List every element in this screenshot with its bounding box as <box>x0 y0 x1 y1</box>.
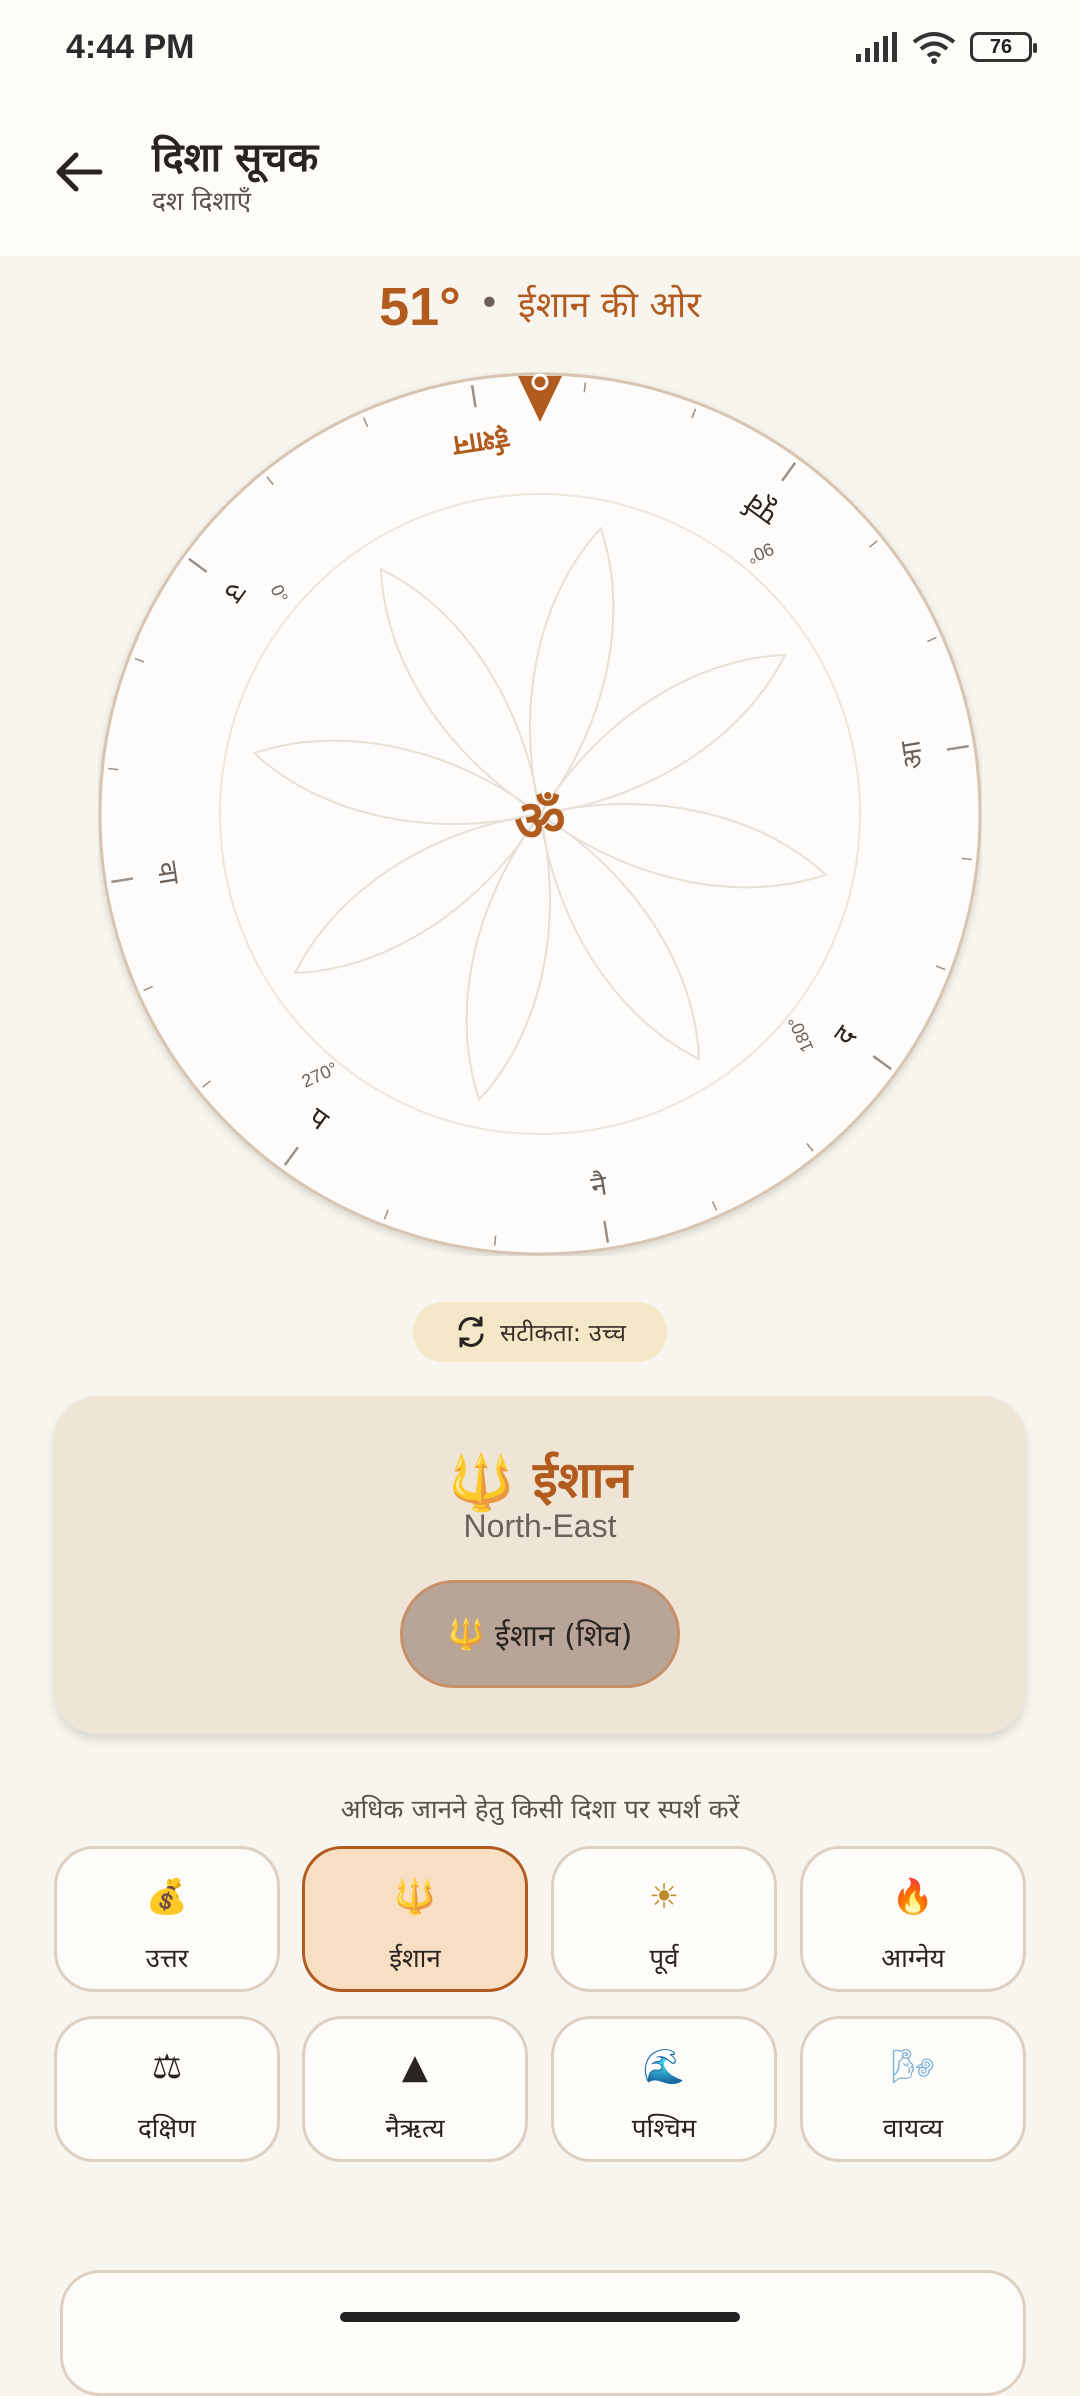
money-bag-icon: 💰 <box>145 1877 189 1917</box>
direction-tile-label: आग्नेय <box>881 1944 945 1974</box>
accuracy-label: सटीकता: उच्च <box>499 1318 627 1347</box>
direction-tile-nairitya[interactable]: ▲ नैऋत्य <box>302 2016 528 2162</box>
wifi-icon <box>912 32 956 64</box>
wave-icon: 🌊 <box>642 2047 686 2087</box>
scales-icon: ⚖ <box>151 2047 183 2087</box>
signal-icon <box>856 32 897 62</box>
compass-tick <box>108 767 119 771</box>
om-symbol: ॐ <box>514 789 565 854</box>
mountain-icon: ▲ <box>401 2047 429 2087</box>
compass-tick <box>961 857 972 861</box>
direction-name: ईशान <box>533 1451 633 1509</box>
direction-tile-paschim[interactable]: 🌊 पश्चिम <box>551 2016 777 2162</box>
sun-icon: ☀ <box>648 1877 680 1917</box>
direction-tile-purva[interactable]: ☀ पूर्व <box>551 1846 777 1992</box>
home-indicator[interactable] <box>340 2312 740 2322</box>
direction-tile-agneya[interactable]: 🔥 आग्नेय <box>800 1846 1026 1992</box>
rotate-icon <box>458 1316 484 1348</box>
direction-tile-vayavya[interactable]: 🌬 वायव्य <box>800 2016 1026 2162</box>
status-icons: 76 <box>854 30 1037 64</box>
compass-tick <box>493 1235 497 1246</box>
trident-icon: 🔱 <box>447 1451 515 1514</box>
deity-label: ईशान (शिव) <box>495 1618 633 1654</box>
trident-icon: 🔱 <box>447 1616 485 1652</box>
direction-english: North-East <box>463 1508 617 1544</box>
direction-card-title: 🔱 ईशान <box>54 1444 1026 1515</box>
app-bar: दिशा सूचक दश दिशाएँ <box>0 100 1080 256</box>
wind-icon: 🌬 <box>891 2047 935 2087</box>
hint-text: अधिक जानने हेतु किसी दिशा पर स्पर्श करें <box>340 1795 740 1825</box>
heading-readout: 51° • ईशान की ओर <box>0 276 1080 338</box>
direction-tile-label: दक्षिण <box>138 2114 196 2144</box>
heading-degrees: 51° <box>379 277 461 337</box>
battery-icon: 76 <box>970 32 1037 62</box>
direction-tile-label: उत्तर <box>145 1944 189 1974</box>
direction-tile-label: ईशान <box>389 1944 441 1974</box>
trident-icon: 🔱 <box>393 1877 437 1917</box>
direction-tile-dakshin[interactable]: ⚖ दक्षिण <box>54 2016 280 2162</box>
direction-tile-label: पश्चिम <box>631 2114 697 2144</box>
status-time: 4:44 PM <box>66 28 195 66</box>
direction-tile-label: वायव्य <box>882 2114 944 2144</box>
direction-tile-label: पूर्व <box>649 1944 679 1974</box>
compass-dial[interactable]: ईशानपूर्व90°आद180°नैप270°वाउ 0° ॐ <box>98 372 982 1256</box>
page-title: दिशा सूचक <box>152 135 319 181</box>
direction-card: 🔱 ईशान North-East 🔱 ईशान (शिव) <box>54 1396 1026 1734</box>
compass-tick <box>583 382 587 393</box>
direction-tile-ishan[interactable]: 🔱 ईशान <box>302 1846 528 1992</box>
fire-icon: 🔥 <box>891 1877 935 1917</box>
next-card-peek <box>60 2270 1026 2396</box>
accuracy-chip: सटीकता: उच्च <box>413 1302 667 1362</box>
deity-button[interactable]: 🔱 ईशान (शिव) <box>400 1580 680 1688</box>
heading-direction: ईशान की ओर <box>518 285 701 326</box>
status-bar: 4:44 PM 76 <box>0 0 1080 100</box>
direction-tile-label: नैऋत्य <box>385 2114 445 2144</box>
battery-level: 76 <box>989 35 1013 58</box>
heading-separator: • <box>478 283 501 324</box>
direction-tile-uttar[interactable]: 💰 उत्तर <box>54 1846 280 1992</box>
page-subtitle: दश दिशाएँ <box>152 187 252 217</box>
back-arrow-icon[interactable] <box>48 140 112 204</box>
